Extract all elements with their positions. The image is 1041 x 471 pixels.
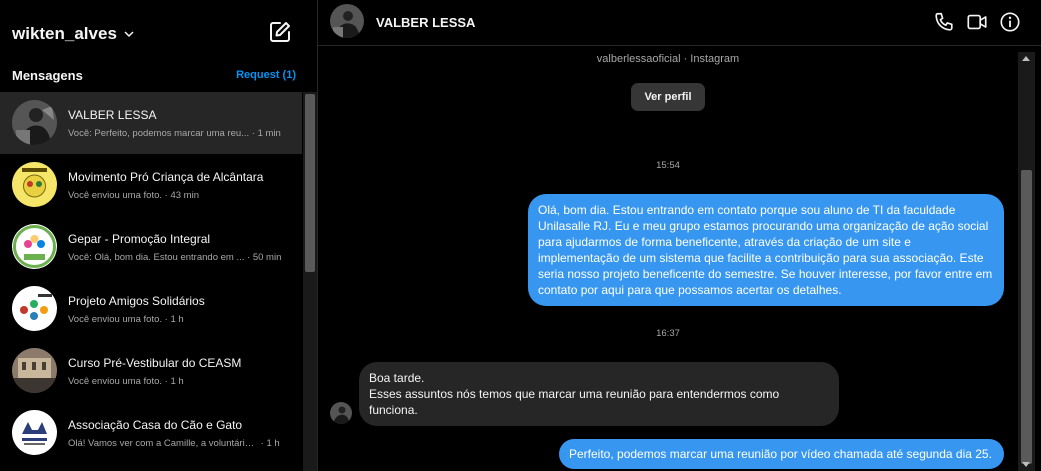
messages-subheader: Mensagens Request (1) [0, 64, 318, 88]
amigos-logo-avatar [12, 286, 57, 331]
conversation-name: Projeto Amigos Solidários [68, 293, 205, 308]
new-message-icon[interactable] [268, 20, 292, 44]
incoming-message[interactable]: Boa tarde. Esses assuntos nós temos que … [359, 362, 839, 426]
conversation-snippet: Olá! Vamos ver com a Camille, a voluntár… [68, 437, 258, 449]
conversation-name: Movimento Pró Criança de Alcântara [68, 169, 264, 184]
building-photo-avatar [12, 348, 57, 393]
gepar-logo-avatar [12, 224, 57, 269]
outgoing-message[interactable]: Olá, bom dia. Estou entrando em contato … [528, 194, 1004, 306]
account-name: wikten_alves [12, 24, 117, 43]
conversation-snippet: Você: Perfeito, podemos marcar uma reu..… [68, 127, 250, 139]
sidebar-scrollbar-thumb[interactable] [305, 94, 315, 272]
conversation-name: VALBER LESSA [68, 107, 157, 122]
sidebar-header: wikten_alves [0, 0, 318, 64]
conversation-time: · 50 min [247, 251, 282, 263]
chevron-down-icon [124, 31, 134, 38]
conversation-item[interactable]: Gepar - Promoção Integral Você: Olá, bom… [0, 216, 302, 278]
conversation-time: · 1 h [260, 437, 280, 449]
chat-scrollbar[interactable] [1018, 52, 1035, 471]
contact-avatar[interactable] [330, 4, 364, 38]
conversation-snippet: Você enviou uma foto. [68, 313, 163, 325]
conversation-item[interactable]: VALBER LESSA Você: Perfeito, podemos mar… [0, 92, 302, 154]
account-switcher[interactable]: wikten_alves [12, 24, 135, 44]
conversation-name: Gepar - Promoção Integral [68, 231, 211, 246]
conversation-item[interactable]: Curso Pré-Vestibular do CEASM Você envio… [0, 340, 302, 402]
conversation-item[interactable]: Projeto Amigos Solidários Você enviou um… [0, 278, 302, 340]
conversation-snippet: Você: Olá, bom dia. Estou entrando em ..… [68, 251, 245, 263]
chat-scrollbar-thumb[interactable] [1021, 170, 1032, 464]
message-timestamp: 15:54 [656, 160, 680, 171]
requests-link[interactable]: Request (1) [236, 69, 296, 81]
message-thread: valberlessaoficial · Instagram Ver perfi… [318, 47, 1018, 471]
yellow-logo-avatar [12, 162, 57, 207]
conversation-snippet: Você enviou uma foto. [68, 375, 163, 387]
contact-name[interactable]: VALBER LESSA [376, 15, 475, 30]
conversation-name: Curso Pré-Vestibular do CEASM [68, 355, 242, 370]
conversation-list: VALBER LESSA Você: Perfeito, podemos mar… [0, 92, 302, 471]
outgoing-message[interactable]: Perfeito, podemos marcar uma reunião por… [559, 439, 1004, 469]
contact-small-avatar [330, 402, 352, 424]
person-photo-avatar [12, 100, 57, 145]
profile-source-line: valberlessaoficial · Instagram [596, 53, 740, 65]
scroll-up-arrow-icon[interactable] [1022, 56, 1030, 61]
conversation-item[interactable]: Associação Casa do Cão e Gato Olá! Vamos… [0, 402, 302, 464]
conversation-time: · 1 h [164, 313, 184, 325]
conversation-time: · 43 min [164, 189, 199, 201]
info-icon[interactable] [999, 11, 1021, 33]
chat-panel: VALBER LESSA valberlessaoficial · Instag… [318, 0, 1041, 471]
chat-header: VALBER LESSA [318, 0, 1041, 46]
conversation-snippet: Você enviou uma foto. [68, 189, 163, 201]
video-call-icon[interactable] [966, 11, 988, 33]
conversation-time: · 1 h [164, 375, 184, 387]
conversation-sidebar: wikten_alves Mensagens Request (1) VALBE… [0, 0, 318, 471]
conversation-item[interactable]: Movimento Pró Criança de Alcântara Você … [0, 154, 302, 216]
phone-icon[interactable] [933, 11, 955, 33]
sidebar-scrollbar[interactable] [303, 92, 317, 471]
view-profile-button[interactable]: Ver perfil [631, 83, 705, 111]
scroll-down-arrow-icon[interactable] [1022, 462, 1030, 467]
dog-cat-logo-avatar [12, 410, 57, 455]
messages-title: Mensagens [12, 68, 83, 83]
conversation-time: · 1 min [251, 127, 281, 139]
message-timestamp: 16:37 [656, 328, 680, 339]
conversation-name: Associação Casa do Cão e Gato [68, 417, 243, 432]
